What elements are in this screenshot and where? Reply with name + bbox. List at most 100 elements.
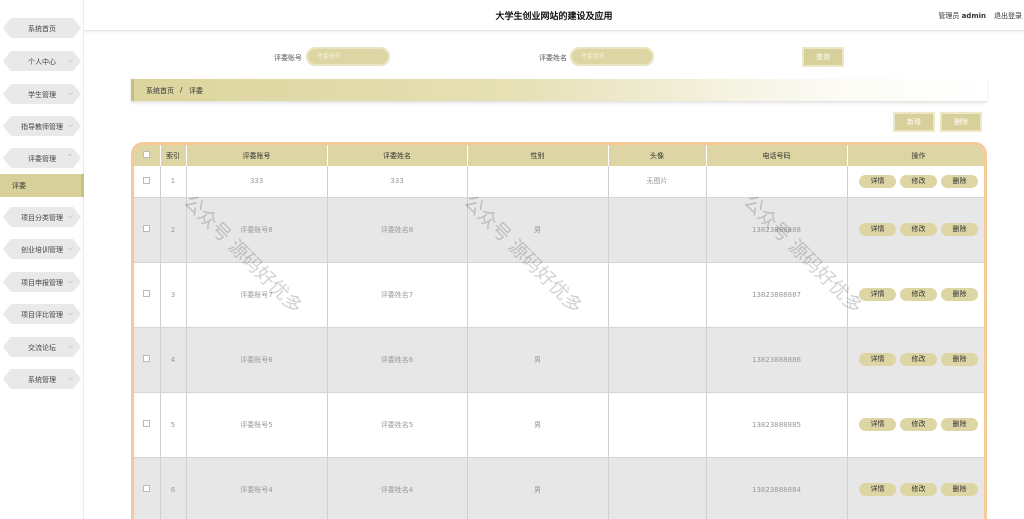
delete-button[interactable]: 删除 xyxy=(941,483,978,496)
edit-button[interactable]: 修改 xyxy=(900,223,937,236)
sidebar-item-students[interactable]: 学生管理 ⌵ xyxy=(0,84,84,106)
row-select-cell[interactable] xyxy=(134,457,161,519)
chevron-down-icon: ⌵ xyxy=(67,374,73,382)
add-button[interactable]: 新增 xyxy=(893,112,935,132)
judges-table: 索引 评委账号 评委姓名 性别 头像 电话号码 操作 1 333 333 无图片… xyxy=(131,142,987,519)
row-checkbox[interactable] xyxy=(143,485,151,492)
detail-button[interactable]: 详情 xyxy=(859,353,896,366)
col-header-name: 评委姓名 xyxy=(327,145,468,166)
table-row: 5 评委账号5 评委姓名5 男 13823888885 详情 修改 删除 xyxy=(134,392,984,458)
row-gender xyxy=(467,166,609,198)
sidebar-item-teachers[interactable]: 指导教师管理 ⌵ xyxy=(0,116,84,138)
row-name: 评委姓名7 xyxy=(327,262,468,328)
edit-button[interactable]: 修改 xyxy=(900,418,937,431)
sidebar-item-application[interactable]: 项目申报管理 ⌵ xyxy=(0,272,84,294)
col-header-index: 索引 xyxy=(160,145,187,166)
row-phone: 13823888884 xyxy=(706,457,848,519)
query-button[interactable]: 查询 xyxy=(802,47,844,67)
delete-button[interactable]: 删除 xyxy=(941,288,978,301)
row-index: 4 xyxy=(160,327,187,393)
sidebar-subitem-judge[interactable]: 评委 xyxy=(0,174,84,197)
row-avatar: 无图片 xyxy=(608,166,707,198)
detail-button[interactable]: 详情 xyxy=(859,483,896,496)
logout-link[interactable]: 退出登录 xyxy=(994,11,1022,21)
sidebar-item-forum[interactable]: 交流论坛 ⌵ xyxy=(0,337,84,359)
chevron-down-icon: ⌵ xyxy=(67,244,73,252)
delete-button[interactable]: 删除 xyxy=(941,418,978,431)
name-search-input[interactable] xyxy=(570,47,654,66)
row-select-cell[interactable] xyxy=(134,392,161,458)
row-index: 5 xyxy=(160,392,187,458)
name-search-label: 评委姓名 xyxy=(539,54,567,62)
account-search-label: 评委账号 xyxy=(274,54,302,62)
col-header-actions: 操作 xyxy=(847,145,984,166)
row-index: 6 xyxy=(160,457,187,519)
row-avatar xyxy=(608,197,707,263)
breadcrumb-home[interactable]: 系统首页 xyxy=(146,86,174,96)
row-name: 333 xyxy=(327,166,468,198)
row-select-cell[interactable] xyxy=(134,262,161,328)
sidebar-item-personal[interactable]: 个人中心 ⌵ xyxy=(0,51,84,73)
row-actions: 详情 修改 删除 xyxy=(847,392,984,458)
row-name: 评委姓名8 xyxy=(327,197,468,263)
edit-button[interactable]: 修改 xyxy=(900,483,937,496)
detail-button[interactable]: 详情 xyxy=(859,174,896,188)
chevron-down-icon: ⌵ xyxy=(67,56,73,64)
row-actions: 详情 修改 删除 xyxy=(847,327,984,393)
select-all-checkbox[interactable] xyxy=(143,151,151,158)
row-gender: 男 xyxy=(467,327,609,393)
sidebar-item-judges[interactable]: 评委管理 ⌃ xyxy=(0,148,84,170)
table-row: 4 评委账号6 评委姓名6 男 13823888886 详情 修改 删除 xyxy=(134,327,984,393)
username: admin xyxy=(961,12,986,20)
chevron-down-icon: ⌵ xyxy=(67,309,73,317)
delete-button[interactable]: 删除 xyxy=(941,353,978,366)
row-checkbox[interactable] xyxy=(143,420,151,427)
row-select-cell[interactable] xyxy=(134,197,161,263)
current-user: 管理员 admin xyxy=(938,11,986,21)
row-gender: 男 xyxy=(467,197,609,263)
sidebar-item-evaluation[interactable]: 项目评比管理 ⌵ xyxy=(0,304,84,326)
row-actions: 详情 修改 删除 xyxy=(847,166,984,198)
edit-button[interactable]: 修改 xyxy=(900,174,937,188)
sidebar-item-system[interactable]: 系统管理 ⌵ xyxy=(0,369,84,391)
table-row: 6 评委账号4 评委姓名4 男 13823888884 详情 修改 删除 xyxy=(134,457,984,519)
row-gender: 男 xyxy=(467,457,609,519)
breadcrumb-current: 评委 xyxy=(189,87,203,95)
row-phone xyxy=(706,166,848,198)
table-row: 3 评委账号7 评委姓名7 13823888887 详情 修改 删除 xyxy=(134,262,984,328)
row-select-cell[interactable] xyxy=(134,166,161,198)
row-checkbox[interactable] xyxy=(143,225,151,232)
row-name: 评委姓名5 xyxy=(327,392,468,458)
row-actions: 详情 修改 删除 xyxy=(847,197,984,263)
detail-button[interactable]: 详情 xyxy=(859,288,896,301)
detail-button[interactable]: 详情 xyxy=(859,223,896,236)
detail-button[interactable]: 详情 xyxy=(859,418,896,431)
select-all-cell[interactable] xyxy=(134,145,161,166)
row-account: 333 xyxy=(186,166,328,198)
row-account: 评委账号7 xyxy=(186,262,328,328)
row-avatar xyxy=(608,327,707,393)
delete-button[interactable]: 删除 xyxy=(941,174,978,188)
col-header-account: 评委账号 xyxy=(186,145,328,166)
row-select-cell[interactable] xyxy=(134,327,161,393)
edit-button[interactable]: 修改 xyxy=(900,288,937,301)
edit-button[interactable]: 修改 xyxy=(900,353,937,366)
row-checkbox[interactable] xyxy=(143,355,151,362)
row-checkbox[interactable] xyxy=(143,176,151,184)
row-index: 2 xyxy=(160,197,187,263)
batch-delete-button[interactable]: 删除 xyxy=(940,112,982,132)
sidebar-item-project-category[interactable]: 项目分类管理 ⌵ xyxy=(0,207,84,229)
row-avatar xyxy=(608,262,707,328)
judges-table-grid: 索引 评委账号 评委姓名 性别 头像 电话号码 操作 1 333 333 无图片… xyxy=(134,145,984,519)
sidebar-item-home[interactable]: 系统首页 xyxy=(0,18,84,40)
delete-button[interactable]: 删除 xyxy=(941,223,978,236)
account-search-input[interactable] xyxy=(306,47,390,66)
row-checkbox[interactable] xyxy=(143,290,151,297)
table-header-row: 索引 评委账号 评委姓名 性别 头像 电话号码 操作 xyxy=(134,145,984,166)
row-actions: 详情 修改 删除 xyxy=(847,262,984,328)
col-header-phone: 电话号码 xyxy=(706,145,848,166)
chevron-down-icon: ⌵ xyxy=(67,342,73,350)
sidebar-item-training[interactable]: 创业培训管理 ⌵ xyxy=(0,239,84,261)
breadcrumb: 系统首页 / 评委 xyxy=(131,79,987,101)
chevron-down-icon: ⌵ xyxy=(67,277,73,285)
